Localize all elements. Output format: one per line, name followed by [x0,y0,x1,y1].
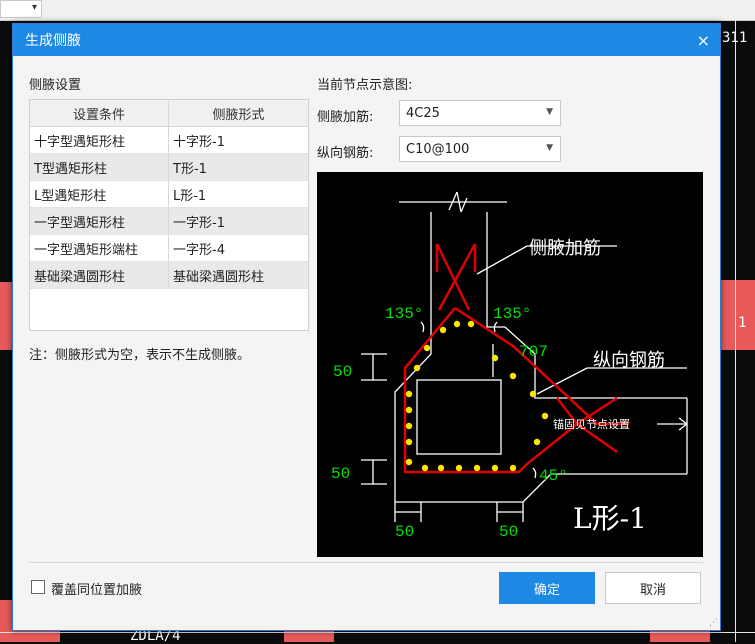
table-row[interactable]: 基础梁遇圆形柱 基础梁遇圆形柱 [30,262,308,289]
table-row[interactable]: 十字型遇矩形柱 十字形-1 [30,127,308,154]
column-header-form[interactable]: 侧腋形式 [169,100,308,126]
table-row[interactable]: T型遇矩形柱 T形-1 [30,154,308,181]
node-diagram-heading: 当前节点示意图: [317,78,413,93]
table-row[interactable]: 一字型遇矩形端柱 一字形-4 [30,235,308,262]
column-header-condition[interactable]: 设置条件 [30,100,169,126]
footer-separator [29,562,703,563]
cell-condition: 基础梁遇圆形柱 [30,262,169,288]
chevron-down-icon: ▼ [546,107,553,117]
dialog-titlebar[interactable]: 生成侧腋 × [13,24,720,56]
side-rebar-select[interactable]: 4C25 ▼ [399,100,561,126]
cancel-button[interactable]: 取消 [605,572,701,604]
haunch-settings-table: 设置条件 侧腋形式 十字型遇矩形柱 十字形-1 T型遇矩形柱 T形-1 L型遇矩… [29,99,309,331]
angle-bottom-label: 45° [539,467,568,485]
dim-707-label: 707 [519,343,548,361]
top-toolbar-strip [0,0,755,21]
long-rebar-label: 纵向钢筋: [317,146,374,161]
node-diagram-preview: 135° 135° 45° 707 50 50 50 50 侧腋加筋 纵向钢筋 … [317,172,703,557]
haunch-settings-heading: 侧腋设置 [29,78,82,93]
empty-form-note: 注：侧腋形式为空，表示不生成侧腋。 [29,348,251,363]
cad-shape-right [719,280,755,350]
dialog-title: 生成侧腋 [25,33,81,49]
cell-form[interactable]: L形-1 [169,181,308,207]
angle-right-label: 135° [493,305,531,323]
side-rebar-label: 侧腋加筋: [317,110,374,125]
cell-condition: 一字型遇矩形柱 [30,208,169,234]
cell-condition: L型遇矩形柱 [30,181,169,207]
side-rebar-value: 4C25 [406,105,440,121]
cad-label-top: 311 [722,30,748,46]
cell-condition: T型遇矩形柱 [30,154,169,180]
cad-line-right [735,20,736,642]
cell-condition: 一字型遇矩形端柱 [30,235,169,261]
cad-shape-left [0,282,12,350]
cell-form[interactable]: 一字形-1 [169,208,308,234]
long-rebar-value: C10@100 [406,141,470,157]
cell-form[interactable]: 基础梁遇圆形柱 [169,262,308,288]
ok-button[interactable]: 确定 [499,572,595,604]
dim-50-bottom-left: 50 [395,523,414,541]
dim-50-left-top: 50 [333,363,352,381]
table-header: 设置条件 侧腋形式 [30,100,308,127]
dim-50-bottom-right: 50 [499,523,518,541]
top-dropdown[interactable]: ▾ [0,0,42,18]
cell-form[interactable]: T形-1 [169,154,308,180]
chevron-down-icon: ▾ [31,2,37,13]
angle-left-label: 135° [385,305,423,323]
cell-condition: 十字型遇矩形柱 [30,127,169,153]
dim-50-left-bottom: 50 [331,465,350,483]
chevron-down-icon: ▼ [546,143,553,153]
override-checkbox[interactable] [31,580,45,594]
close-icon[interactable]: × [697,31,710,50]
cell-form[interactable]: 一字形-4 [169,235,308,261]
cell-form[interactable]: 十字形-1 [169,127,308,153]
long-rebar-diagram-label: 纵向钢筋 [593,350,665,371]
resize-grip-icon[interactable]: ⋰ [709,618,718,628]
cad-line-bottom [0,632,755,633]
table-row[interactable]: L型遇矩形柱 L形-1 [30,181,308,208]
side-rebar-diagram-label: 侧腋加筋 [529,238,601,259]
override-checkbox-label[interactable]: 覆盖同位置加腋 [51,579,142,598]
cad-label-right: 1 [738,315,747,331]
long-rebar-select[interactable]: C10@100 ▼ [399,136,561,162]
generate-side-haunch-dialog: 生成侧腋 × 侧腋设置 设置条件 侧腋形式 十字型遇矩形柱 十字形-1 T型遇矩… [12,23,721,631]
node-diagram-svg: 135° 135° 45° 707 50 50 50 50 侧腋加筋 纵向钢筋 … [331,191,689,541]
anchor-note-label: 锚固见节点设置 [553,417,630,431]
table-row[interactable]: 一字型遇矩形柱 一字形-1 [30,208,308,235]
shape-name-label: L形-1 [573,502,647,535]
